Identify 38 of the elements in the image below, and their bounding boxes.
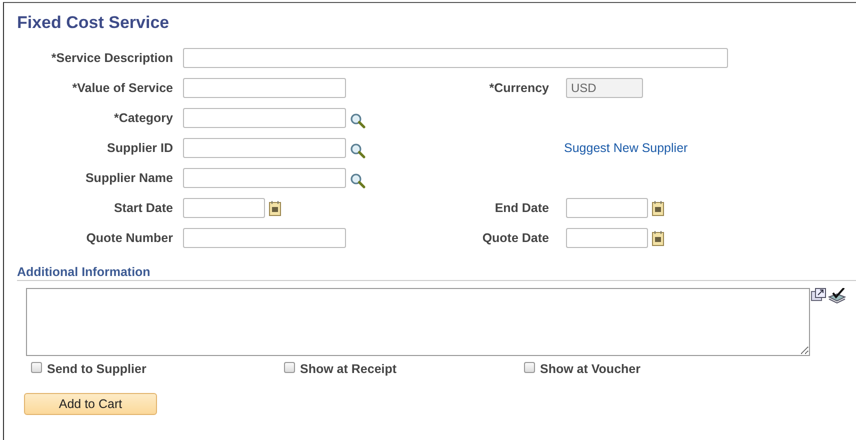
checkbox-label: Send to Supplier: [47, 362, 146, 376]
text-field[interactable]: [183, 108, 346, 128]
field-label: *Service Description: [50, 51, 174, 65]
field-label: Supplier ID: [106, 141, 174, 155]
date-field[interactable]: [183, 198, 265, 218]
date-field[interactable]: [566, 198, 648, 218]
checkbox[interactable]: [31, 362, 42, 372]
checkbox-label: Show at Voucher: [540, 362, 640, 376]
suggest-link[interactable]: Suggest New Supplier: [564, 141, 688, 155]
field-label: Start Date: [112, 201, 174, 215]
search-icon[interactable]: [350, 143, 366, 159]
page-title: Fixed Cost Service: [17, 13, 170, 33]
text-field[interactable]: [183, 138, 346, 158]
text-field[interactable]: [183, 48, 728, 68]
search-icon[interactable]: [350, 173, 366, 189]
field-label: *Category: [112, 111, 174, 125]
field-label: *Currency: [488, 81, 550, 95]
field-label: Quote Number: [85, 231, 174, 245]
currency-field[interactable]: USD: [566, 78, 643, 98]
field-label: Quote Date: [481, 231, 550, 245]
text-field[interactable]: [183, 78, 346, 98]
checkbox[interactable]: [524, 362, 535, 372]
text-field[interactable]: [183, 228, 346, 248]
search-icon[interactable]: [350, 113, 366, 129]
checkbox[interactable]: [284, 362, 295, 372]
field-label: Supplier Name: [84, 171, 174, 185]
text-field[interactable]: [183, 168, 346, 188]
calendar-icon[interactable]: [269, 200, 282, 216]
checkbox-label: Show at Receipt: [300, 362, 397, 376]
calendar-icon[interactable]: [652, 200, 665, 216]
field-label: *Value of Service: [71, 81, 174, 95]
calendar-icon[interactable]: [652, 230, 665, 246]
field-label: End Date: [494, 201, 550, 215]
spellcheck-icon[interactable]: [828, 288, 846, 304]
section-heading: Additional Information: [17, 265, 856, 281]
add-to-cart-button[interactable]: Add to Cart: [24, 393, 157, 415]
date-field[interactable]: [566, 228, 648, 248]
expand-icon[interactable]: [811, 288, 827, 302]
